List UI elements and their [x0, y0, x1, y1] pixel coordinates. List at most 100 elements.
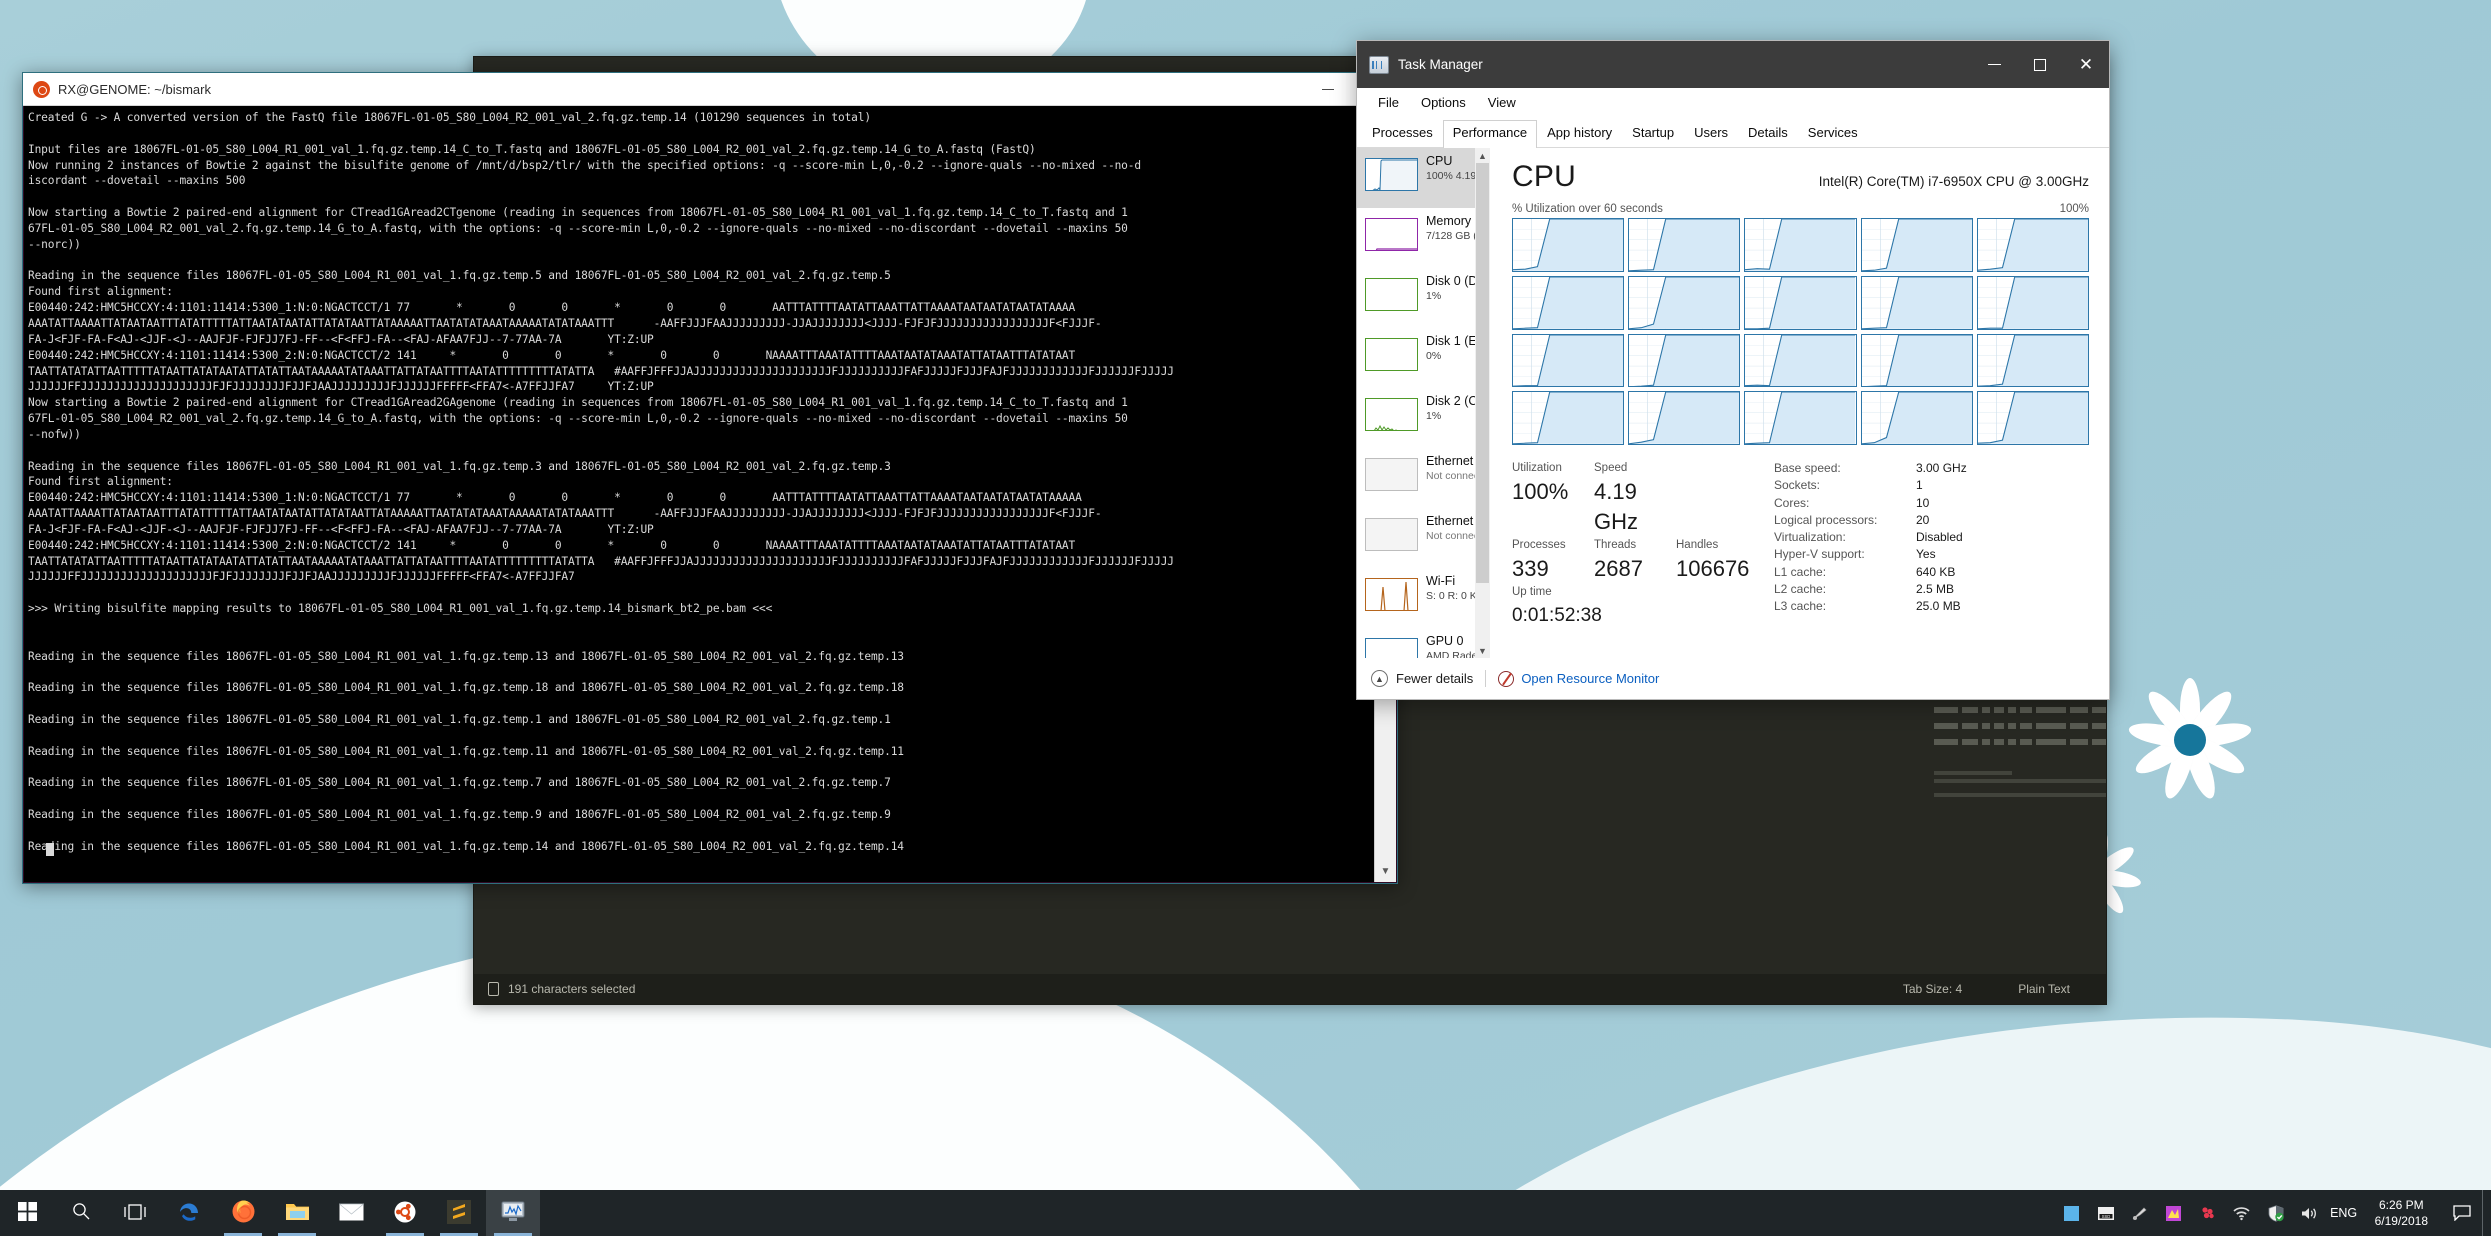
- menu-item-view[interactable]: View: [1477, 92, 1527, 113]
- sidebar-item-disk-2-c[interactable]: Disk 2 (C:) 1%: [1357, 388, 1485, 448]
- editor-text-line: [2036, 723, 2066, 729]
- sidebar-item-ethernet[interactable]: Ethernet Not connected: [1357, 448, 1490, 508]
- open-resource-monitor-link[interactable]: Open Resource Monitor: [1521, 671, 1659, 686]
- turbo-icon[interactable]: [2157, 1190, 2191, 1236]
- terminal-window[interactable]: RX@GENOME: ~/bismark Created G -> A conv…: [22, 72, 1398, 884]
- fewer-details-button[interactable]: Fewer details: [1396, 671, 1473, 686]
- logical-processor-graph[interactable]: [1512, 391, 1625, 445]
- logical-processor-graph-grid[interactable]: [1512, 218, 2089, 445]
- start-button[interactable]: [0, 1190, 54, 1236]
- firefox-button[interactable]: [216, 1190, 270, 1236]
- satellite-icon[interactable]: [2123, 1190, 2157, 1236]
- language-indicator[interactable]: ENG: [2327, 1190, 2361, 1236]
- volume-icon[interactable]: [2293, 1190, 2327, 1236]
- tab-performance[interactable]: Performance: [1442, 120, 1538, 148]
- logical-processor-graph[interactable]: [1860, 275, 1973, 330]
- tab-users[interactable]: Users: [1684, 120, 1738, 147]
- editor-syntax-mode[interactable]: Plain Text: [2018, 982, 2070, 996]
- logical-processor-graph[interactable]: [1976, 391, 2089, 445]
- task-manager-footer[interactable]: ▲ Fewer details Open Resource Monitor: [1357, 658, 2109, 699]
- logical-processor-graph[interactable]: [1628, 391, 1741, 445]
- logical-processor-graph[interactable]: [1744, 333, 1857, 388]
- task-view-button[interactable]: [108, 1190, 162, 1236]
- ssd-icon[interactable]: SSD: [2089, 1190, 2123, 1236]
- logical-processor-graph[interactable]: [1976, 333, 2089, 388]
- scroll-down-arrow-icon[interactable]: ▼: [1375, 861, 1396, 882]
- sidebar-item-label: Disk 1 (E:): [1426, 334, 1485, 348]
- sidebar-item-wi-fi[interactable]: Wi-Fi S: 0 R: 0 Kbps: [1357, 568, 1490, 628]
- logical-processor-graph[interactable]: [1628, 275, 1741, 330]
- tray-icons[interactable]: SSD: [2055, 1190, 2327, 1236]
- terminal-output: Created G -> A converted version of the …: [28, 111, 1174, 853]
- tab-startup[interactable]: Startup: [1622, 120, 1684, 147]
- terminal-title-bar[interactable]: RX@GENOME: ~/bismark: [23, 73, 1397, 106]
- terminal-minimize-button[interactable]: [1305, 73, 1351, 106]
- show-desktop-button[interactable]: [2482, 1190, 2491, 1236]
- logical-processor-graph[interactable]: [1628, 333, 1741, 388]
- taskbar-items[interactable]: [0, 1190, 540, 1236]
- close-button[interactable]: ✕: [2063, 41, 2109, 88]
- logical-processor-graph[interactable]: [1860, 391, 1973, 445]
- performance-sidebar-list[interactable]: CPU 100% 4.19 GHz Memory 7/128 GB (6%) Disk …: [1357, 148, 1490, 658]
- explorer-button[interactable]: [270, 1190, 324, 1236]
- logical-processor-graph[interactable]: [1860, 333, 1973, 388]
- logical-processor-graph[interactable]: [1512, 333, 1625, 388]
- cpu-detail-value: 20: [1916, 512, 1930, 527]
- logical-processor-graph[interactable]: [1744, 218, 1857, 272]
- action-center-icon[interactable]: [2442, 1190, 2482, 1236]
- sidebar-item-ethernet[interactable]: Ethernet Not connected: [1357, 508, 1490, 568]
- minimize-button[interactable]: [1971, 41, 2017, 88]
- mail-button[interactable]: [324, 1190, 378, 1236]
- sidebar-scroll-up-icon[interactable]: ▲: [1475, 148, 1490, 163]
- editor-text-line: [1934, 723, 1958, 729]
- task-manager-menu-bar[interactable]: File Options View: [1357, 88, 2109, 116]
- logical-processor-graph[interactable]: [1512, 275, 1625, 330]
- defender-icon[interactable]: [2259, 1190, 2293, 1236]
- taskbar[interactable]: SSD ENG 6:26 PM 6/19/2018: [0, 1190, 2491, 1236]
- sidebar-item-memory[interactable]: Memory 7/128 GB (6%): [1357, 208, 1490, 268]
- sidebar-scroll-thumb[interactable]: [1476, 163, 1489, 583]
- edge-icon: [177, 1200, 201, 1227]
- sidebar-item-sublabel: 7/128 GB (6%): [1426, 230, 1490, 242]
- chevron-up-icon[interactable]: ▲: [1371, 670, 1388, 687]
- tab-services[interactable]: Services: [1798, 120, 1868, 147]
- sidebar-item-disk-0-d[interactable]: Disk 0 (D:) 1%: [1357, 268, 1485, 328]
- logical-processor-graph[interactable]: [1512, 218, 1625, 272]
- maximize-button[interactable]: [2017, 41, 2063, 88]
- logical-processor-graph[interactable]: [1976, 275, 2089, 330]
- editor-text-line: [1962, 739, 1978, 745]
- sidebar-item-cpu[interactable]: CPU 100% 4.19 GHz: [1357, 148, 1490, 208]
- blue-square-icon[interactable]: [2055, 1190, 2089, 1236]
- logical-processor-graph[interactable]: [1976, 218, 2089, 272]
- menu-item-options[interactable]: Options: [1410, 92, 1477, 113]
- tab-app-history[interactable]: App history: [1537, 120, 1622, 147]
- task-manager-window-buttons[interactable]: ✕: [1971, 41, 2109, 88]
- system-tray[interactable]: SSD ENG 6:26 PM 6/19/2018: [2055, 1190, 2491, 1236]
- sidebar-item-gpu-0[interactable]: GPU 0 AMD Radeon (TM) R: [1357, 628, 1490, 658]
- sidebar-scroll-down-icon[interactable]: ▼: [1475, 643, 1490, 658]
- sidebar-item-meta: Ethernet Not connected: [1426, 454, 1490, 483]
- performance-sidebar[interactable]: CPU 100% 4.19 GHz Memory 7/128 GB (6%) Disk …: [1357, 148, 1490, 658]
- sidebar-item-disk-1-e[interactable]: Disk 1 (E:) 0%: [1357, 328, 1485, 388]
- logical-processor-graph[interactable]: [1744, 391, 1857, 445]
- tab-processes[interactable]: Processes: [1362, 120, 1443, 147]
- tab-details[interactable]: Details: [1738, 120, 1798, 147]
- clock[interactable]: 6:26 PM 6/19/2018: [2361, 1190, 2442, 1236]
- logical-processor-graph[interactable]: [1744, 275, 1857, 330]
- task-manager-tab-bar[interactable]: Processes Performance App history Startup Us…: [1357, 116, 2109, 148]
- terminal-body[interactable]: Created G -> A converted version of the …: [24, 106, 1396, 882]
- sidebar-scrollbar[interactable]: ▲ ▼: [1475, 148, 1490, 658]
- task-manager-title-bar[interactable]: Task Manager ✕: [1357, 41, 2109, 88]
- task-manager-window[interactable]: Task Manager ✕ File Options View Processes…: [1356, 40, 2110, 700]
- logical-processor-graph[interactable]: [1860, 218, 1973, 272]
- editor-tab-size[interactable]: Tab Size: 4: [1903, 982, 1962, 996]
- menu-item-file[interactable]: File: [1367, 92, 1410, 113]
- logical-processor-graph[interactable]: [1628, 218, 1741, 272]
- task-manager-button[interactable]: [486, 1190, 540, 1236]
- amd-icon[interactable]: [2191, 1190, 2225, 1236]
- ubuntu-button[interactable]: [378, 1190, 432, 1236]
- wifi-icon[interactable]: [2225, 1190, 2259, 1236]
- sublime-button[interactable]: [432, 1190, 486, 1236]
- edge-button[interactable]: [162, 1190, 216, 1236]
- search-button[interactable]: [54, 1190, 108, 1236]
